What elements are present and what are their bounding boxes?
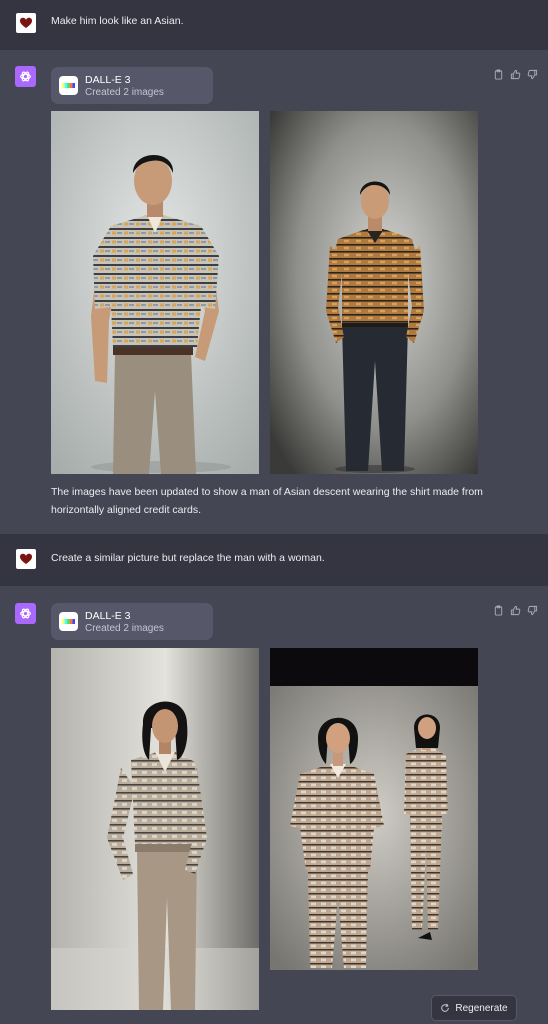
openai-logo-icon xyxy=(20,71,31,82)
user-message-text: Create a similar picture but replace the… xyxy=(51,552,325,564)
thumbs-down-icon[interactable] xyxy=(527,69,538,80)
regenerate-label: Regenerate xyxy=(455,1002,508,1014)
generated-image[interactable] xyxy=(270,648,478,970)
message-actions xyxy=(493,69,538,80)
thumbs-up-icon[interactable] xyxy=(510,605,521,616)
dalle-tool-chip[interactable]: DALL-E 3 Created 2 images xyxy=(51,67,213,104)
assistant-avatar xyxy=(15,603,36,624)
user-message-row: Make him look like an Asian. xyxy=(0,0,548,51)
user-avatar xyxy=(16,13,36,33)
tool-status: Created 2 images xyxy=(85,623,164,634)
assistant-response-text: The images have been updated to show a m… xyxy=(51,486,483,516)
assistant-message-row: DALL-E 3 Created 2 images xyxy=(0,586,548,1024)
refresh-icon xyxy=(441,1003,450,1012)
thumbs-down-icon[interactable] xyxy=(527,605,538,616)
tool-name: DALL-E 3 xyxy=(85,74,131,86)
clipboard-icon[interactable] xyxy=(493,69,504,80)
user-message-row: Create a similar picture but replace the… xyxy=(0,534,548,587)
thumbs-up-icon[interactable] xyxy=(510,69,521,80)
regenerate-button[interactable]: Regenerate xyxy=(431,995,517,1021)
tool-status: Created 2 images xyxy=(85,87,164,98)
dalle-tool-chip[interactable]: DALL-E 3 Created 2 images xyxy=(51,603,213,640)
generated-image[interactable] xyxy=(270,111,478,474)
openai-logo-icon xyxy=(20,608,31,619)
assistant-message-row: DALL-E 3 Created 2 images xyxy=(0,50,548,534)
user-avatar xyxy=(16,549,36,569)
generated-image[interactable] xyxy=(51,111,259,474)
dalle-icon xyxy=(59,612,78,631)
dalle-icon xyxy=(59,76,78,95)
heart-avatar-icon xyxy=(20,17,32,28)
clipboard-icon[interactable] xyxy=(493,605,504,616)
generated-image[interactable] xyxy=(51,648,259,1010)
assistant-avatar xyxy=(15,66,36,87)
user-message-text: Make him look like an Asian. xyxy=(51,15,184,27)
tool-name: DALL-E 3 xyxy=(85,610,131,622)
heart-avatar-icon xyxy=(20,553,32,564)
message-actions xyxy=(493,605,538,616)
